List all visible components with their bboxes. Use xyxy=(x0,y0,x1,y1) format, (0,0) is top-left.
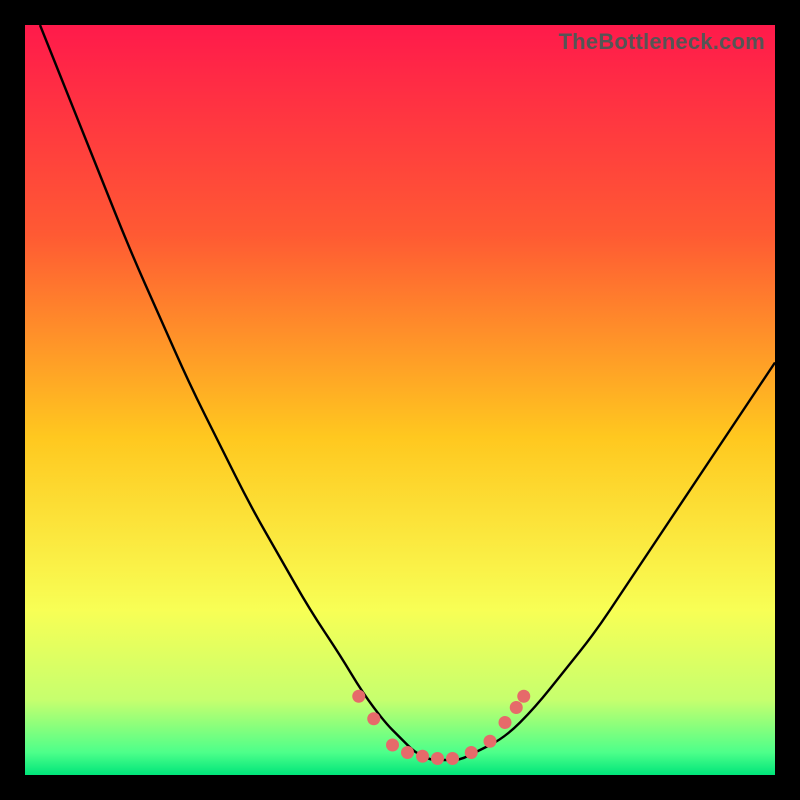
curve-marker xyxy=(484,735,497,748)
curve-marker xyxy=(386,739,399,752)
curve-marker xyxy=(367,712,380,725)
bottleneck-curve xyxy=(40,25,775,760)
curve-marker xyxy=(431,752,444,765)
curve-marker xyxy=(416,750,429,763)
curve-marker xyxy=(517,690,530,703)
curve-marker xyxy=(499,716,512,729)
outer-frame: TheBottleneck.com xyxy=(0,0,800,800)
curve-marker xyxy=(510,701,523,714)
marker-group xyxy=(352,690,530,765)
curve-marker xyxy=(352,690,365,703)
chart-svg xyxy=(25,25,775,775)
curve-marker xyxy=(446,752,459,765)
curve-marker xyxy=(465,746,478,759)
plot-area: TheBottleneck.com xyxy=(25,25,775,775)
curve-marker xyxy=(401,746,414,759)
